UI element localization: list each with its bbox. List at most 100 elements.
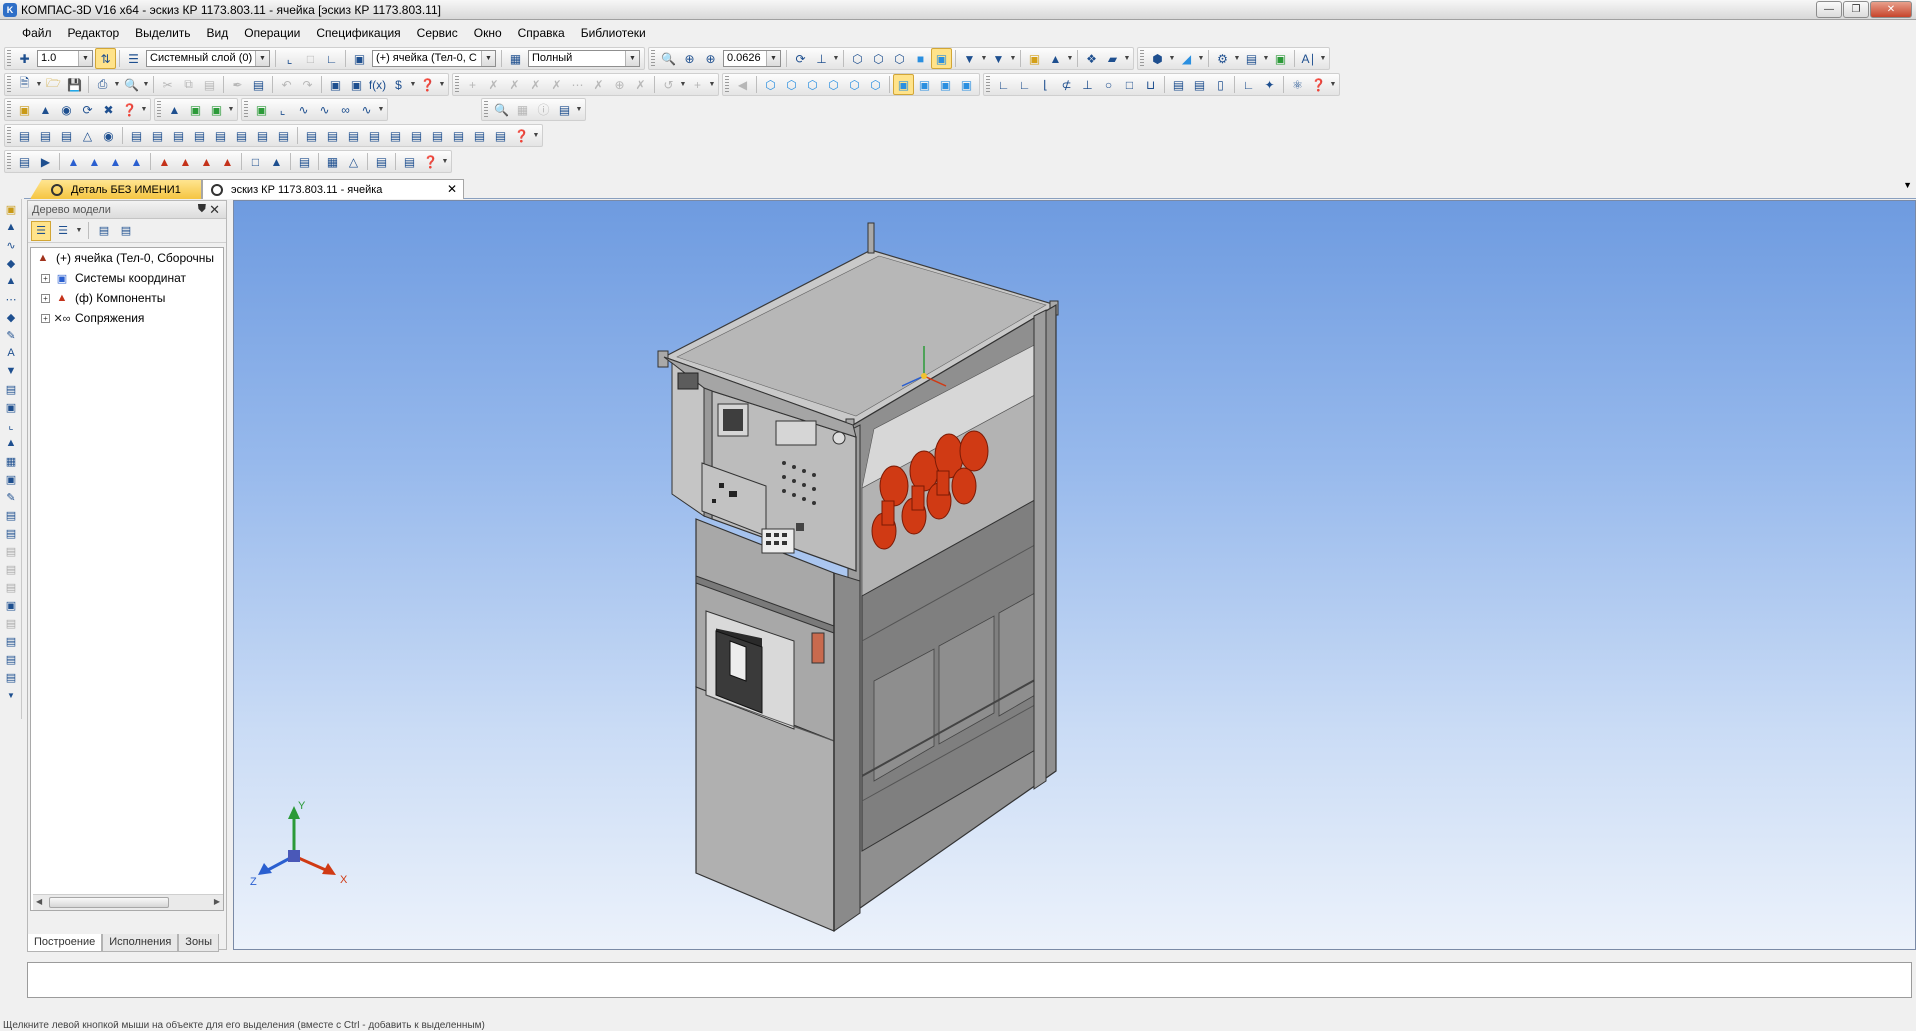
view-trimetric-icon[interactable]: ▣	[935, 74, 956, 95]
snap-grid-icon[interactable]: ⋯	[567, 74, 588, 95]
unbend-icon[interactable]: ▤	[252, 125, 273, 146]
component-icon[interactable]: ▣	[349, 48, 370, 69]
snap-toggle-icon[interactable]: ⇅	[95, 48, 116, 69]
menu-operations[interactable]: Операции	[236, 26, 308, 40]
perspective-icon[interactable]: ▲	[1045, 48, 1066, 69]
hidden-lines-icon[interactable]: ⬡	[868, 48, 889, 69]
menu-file[interactable]: Файл	[14, 26, 60, 40]
function-icon[interactable]: f(x)	[367, 74, 388, 95]
menu-editor[interactable]: Редактор	[60, 26, 128, 40]
text-style-icon[interactable]: A∣	[1298, 48, 1319, 69]
sheet-options-icon[interactable]: ▤	[490, 125, 511, 146]
view-top-icon[interactable]: ⬡	[844, 74, 865, 95]
tree-details-icon[interactable]: ▤	[94, 221, 114, 241]
circle-icon[interactable]: ○	[1098, 74, 1119, 95]
weld-icon[interactable]: ▲	[154, 151, 175, 172]
view-front-icon[interactable]: ⬡	[760, 74, 781, 95]
v-layer-icon[interactable]: ▤	[2, 525, 20, 541]
manager-icon[interactable]: ▣	[325, 74, 346, 95]
shaded-edges-icon[interactable]: ▣	[931, 48, 952, 69]
v-curve-icon[interactable]: ⌞	[2, 417, 20, 433]
spec-icon[interactable]: ▤	[399, 151, 420, 172]
step-cursor-icon[interactable]: ✚	[14, 48, 35, 69]
weld-groove-icon[interactable]: ▲	[217, 151, 238, 172]
rotate-icon[interactable]: ⟳	[790, 48, 811, 69]
save-icon[interactable]: 💾	[64, 74, 85, 95]
measure-tool-icon[interactable]: ⚛	[1287, 74, 1308, 95]
pipe-bend-icon[interactable]: ▲	[84, 151, 105, 172]
v-measure-icon[interactable]: ✎	[2, 489, 20, 505]
scroll-left-icon[interactable]: ◀	[36, 897, 42, 906]
section-view-icon[interactable]: ▤	[294, 151, 315, 172]
help-icon[interactable]: ❓	[417, 74, 438, 95]
view-normal-icon[interactable]: ▣	[956, 74, 977, 95]
properties-sheet-icon[interactable]: ▤	[248, 74, 269, 95]
snap-angle-icon[interactable]: ✗	[588, 74, 609, 95]
view-back-icon[interactable]: ⬡	[781, 74, 802, 95]
v-disabled-4-icon[interactable]: ▤	[2, 615, 20, 631]
tab-detail-unnamed[interactable]: Деталь БЕЗ ИМЕНИ1	[30, 179, 202, 199]
v-array-icon[interactable]: ▦	[2, 453, 20, 469]
new-document-icon[interactable]: 🗎	[14, 74, 35, 95]
sheet-info-icon[interactable]: ▤	[469, 125, 490, 146]
display-mode-combo[interactable]: Полный ▼	[528, 50, 640, 67]
close-icon[interactable]: ✕	[209, 202, 220, 218]
open-folder-icon[interactable]: 🗁	[43, 74, 64, 95]
close-icon[interactable]: ✕	[447, 182, 457, 196]
tree-by-structure-icon[interactable]: ☰	[53, 221, 73, 241]
zoom-scale-icon[interactable]: ⊕	[700, 48, 721, 69]
v-disabled-1-icon[interactable]: ▤	[2, 543, 20, 559]
cut-icon[interactable]: ✂	[157, 74, 178, 95]
inactive-info-icon[interactable]: ⓘ	[533, 99, 554, 120]
copy-icon[interactable]: ⧉	[178, 74, 199, 95]
profile-icon[interactable]: ▤	[1168, 74, 1189, 95]
layer-combo[interactable]: Системный слой (0) ▼	[146, 50, 270, 67]
polyline-icon[interactable]: ∟	[1014, 74, 1035, 95]
v-disabled-2-icon[interactable]: ▤	[2, 561, 20, 577]
v-chamfer-icon[interactable]: ◆	[2, 309, 20, 325]
tree-filter-icon[interactable]: ▤	[116, 221, 136, 241]
variables-sheet-icon[interactable]: $	[388, 74, 409, 95]
v-variables-icon[interactable]: ▤	[2, 651, 20, 667]
rebuild-icon[interactable]: ⟳	[77, 99, 98, 120]
tree-item-components[interactable]: + ▲ (ф) Компоненты	[31, 288, 223, 308]
line-icon[interactable]: ∟	[993, 74, 1014, 95]
macro-icon[interactable]: ▤	[14, 151, 35, 172]
tab-construction[interactable]: Построение	[27, 934, 103, 952]
helix-icon[interactable]: ∞	[335, 99, 356, 120]
snap-center-icon[interactable]: ✗	[546, 74, 567, 95]
orientation-icon[interactable]: □	[300, 48, 321, 69]
zoom-all-icon[interactable]: ⊕	[679, 48, 700, 69]
tab-sketch-cell[interactable]: эскиз КР 1173.803.11 - ячейка ✕	[202, 179, 464, 199]
sheet-help-icon[interactable]: ❓	[511, 125, 532, 146]
create-component-icon[interactable]: ▣	[185, 99, 206, 120]
hole-icon[interactable]: ◉	[98, 125, 119, 146]
tree-item-coordinate-systems[interactable]: + ▣ Системы координат	[31, 268, 223, 288]
menu-service[interactable]: Сервис	[409, 26, 466, 40]
library-tree-icon[interactable]: ▣	[346, 74, 367, 95]
shaded-icon[interactable]: ■	[910, 48, 931, 69]
filter-icon[interactable]: ▼	[959, 48, 980, 69]
v-rib-icon[interactable]: ✎	[2, 327, 20, 343]
pipe-icon[interactable]: ▲	[63, 151, 84, 172]
louver-icon[interactable]: ▤	[189, 125, 210, 146]
v-report-icon[interactable]: ▤	[2, 669, 20, 685]
v-sheet-icon[interactable]: ▤	[2, 507, 20, 523]
bend-icon[interactable]: ▤	[35, 125, 56, 146]
stamping-icon[interactable]: ▤	[427, 125, 448, 146]
snap-point-icon[interactable]: +	[462, 74, 483, 95]
surface-icon[interactable]: □	[245, 151, 266, 172]
zoom-window-icon[interactable]: 🔍	[658, 48, 679, 69]
plane-icon[interactable]: ∟	[321, 48, 342, 69]
hierarchy-icon[interactable]: △	[343, 151, 364, 172]
scroll-thumb[interactable]	[49, 897, 169, 908]
thin-hidden-lines-icon[interactable]: ⬡	[889, 48, 910, 69]
tree-horizontal-scrollbar[interactable]: ◀ ▶	[33, 894, 223, 910]
layers-panel-icon[interactable]: ⚙	[1212, 48, 1233, 69]
tab-versions[interactable]: Исполнения	[102, 934, 179, 952]
sheet-sketch-icon[interactable]: ▤	[406, 125, 427, 146]
minimize-button[interactable]: —	[1816, 1, 1842, 18]
filter-objects-icon[interactable]: ▼	[988, 48, 1009, 69]
snap-middle-icon[interactable]: ✗	[525, 74, 546, 95]
mate-tool-icon[interactable]: ◉	[56, 99, 77, 120]
